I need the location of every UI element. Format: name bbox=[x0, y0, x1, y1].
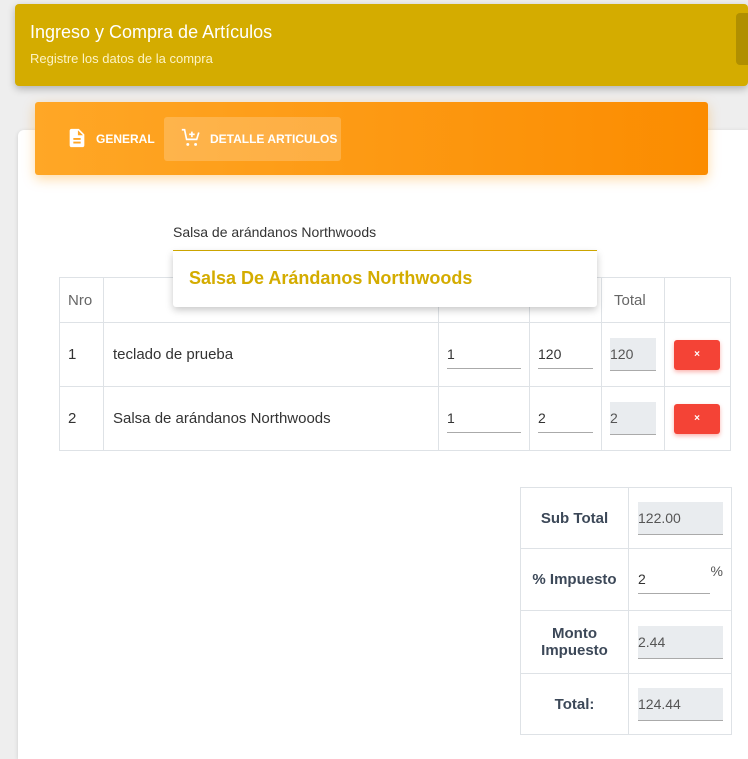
subtotal-field bbox=[638, 501, 723, 535]
tax-percent-input[interactable] bbox=[638, 565, 710, 594]
tax-amount-field bbox=[638, 625, 723, 659]
tax-percent-label: % Impuesto bbox=[520, 548, 629, 611]
table-row: 1 teclado de prueba × bbox=[59, 322, 731, 387]
delete-row-button[interactable]: × bbox=[674, 403, 720, 434]
summary-row-tax-amount: Monto Impuesto bbox=[520, 610, 732, 674]
total-label: Total: bbox=[520, 673, 629, 735]
header-nro: Nro bbox=[59, 277, 104, 323]
page-title: Ingreso y Compra de Artículos bbox=[30, 22, 273, 42]
percent-suffix: % bbox=[710, 563, 723, 579]
page-header: Ingreso y Compra de Artículos Registre l… bbox=[15, 4, 748, 86]
header-total: Total bbox=[601, 277, 665, 323]
table-row: 2 Salsa de arándanos Northwoods × bbox=[59, 386, 731, 451]
header-actions bbox=[664, 277, 731, 323]
cart-plus-icon bbox=[180, 127, 210, 152]
tax-amount-label: Monto Impuesto bbox=[520, 610, 629, 674]
tab-detalle-label: DETALLE ARTICULOS bbox=[210, 132, 338, 146]
document-icon bbox=[66, 127, 96, 152]
product-search-field bbox=[173, 221, 597, 252]
row-total-field bbox=[610, 402, 656, 435]
product-search-input[interactable] bbox=[173, 221, 597, 240]
row-total-field bbox=[610, 338, 656, 371]
price-input[interactable] bbox=[538, 404, 593, 433]
row-nro: 2 bbox=[59, 386, 104, 451]
tab-general-label: GENERAL bbox=[96, 132, 155, 146]
subtotal-label: Sub Total bbox=[520, 487, 629, 549]
quantity-input[interactable] bbox=[447, 404, 521, 433]
row-description: Salsa de arándanos Northwoods bbox=[103, 386, 439, 451]
quantity-input[interactable] bbox=[447, 340, 521, 369]
autocomplete-option[interactable]: Salsa De Arándanos Northwoods bbox=[189, 268, 472, 289]
summary-row-total: Total: bbox=[520, 673, 732, 735]
summary-table: Sub Total % Impuesto % Monto Impuesto To… bbox=[520, 487, 732, 735]
tab-general[interactable]: GENERAL bbox=[64, 117, 157, 161]
row-description: teclado de prueba bbox=[103, 322, 439, 387]
price-input[interactable] bbox=[538, 340, 593, 369]
page-subtitle: Registre los datos de la compra bbox=[30, 51, 213, 66]
summary-row-tax: % Impuesto % bbox=[520, 548, 732, 611]
tab-bar: GENERAL DETALLE ARTICULOS bbox=[35, 102, 708, 175]
autocomplete-dropdown: Salsa De Arándanos Northwoods bbox=[173, 251, 597, 307]
total-field bbox=[638, 687, 723, 721]
tab-detalle-articulos[interactable]: DETALLE ARTICULOS bbox=[164, 117, 341, 161]
row-nro: 1 bbox=[59, 322, 104, 387]
delete-row-button[interactable]: × bbox=[674, 339, 720, 370]
summary-row-subtotal: Sub Total bbox=[520, 487, 732, 549]
header-action-button[interactable] bbox=[736, 13, 748, 65]
